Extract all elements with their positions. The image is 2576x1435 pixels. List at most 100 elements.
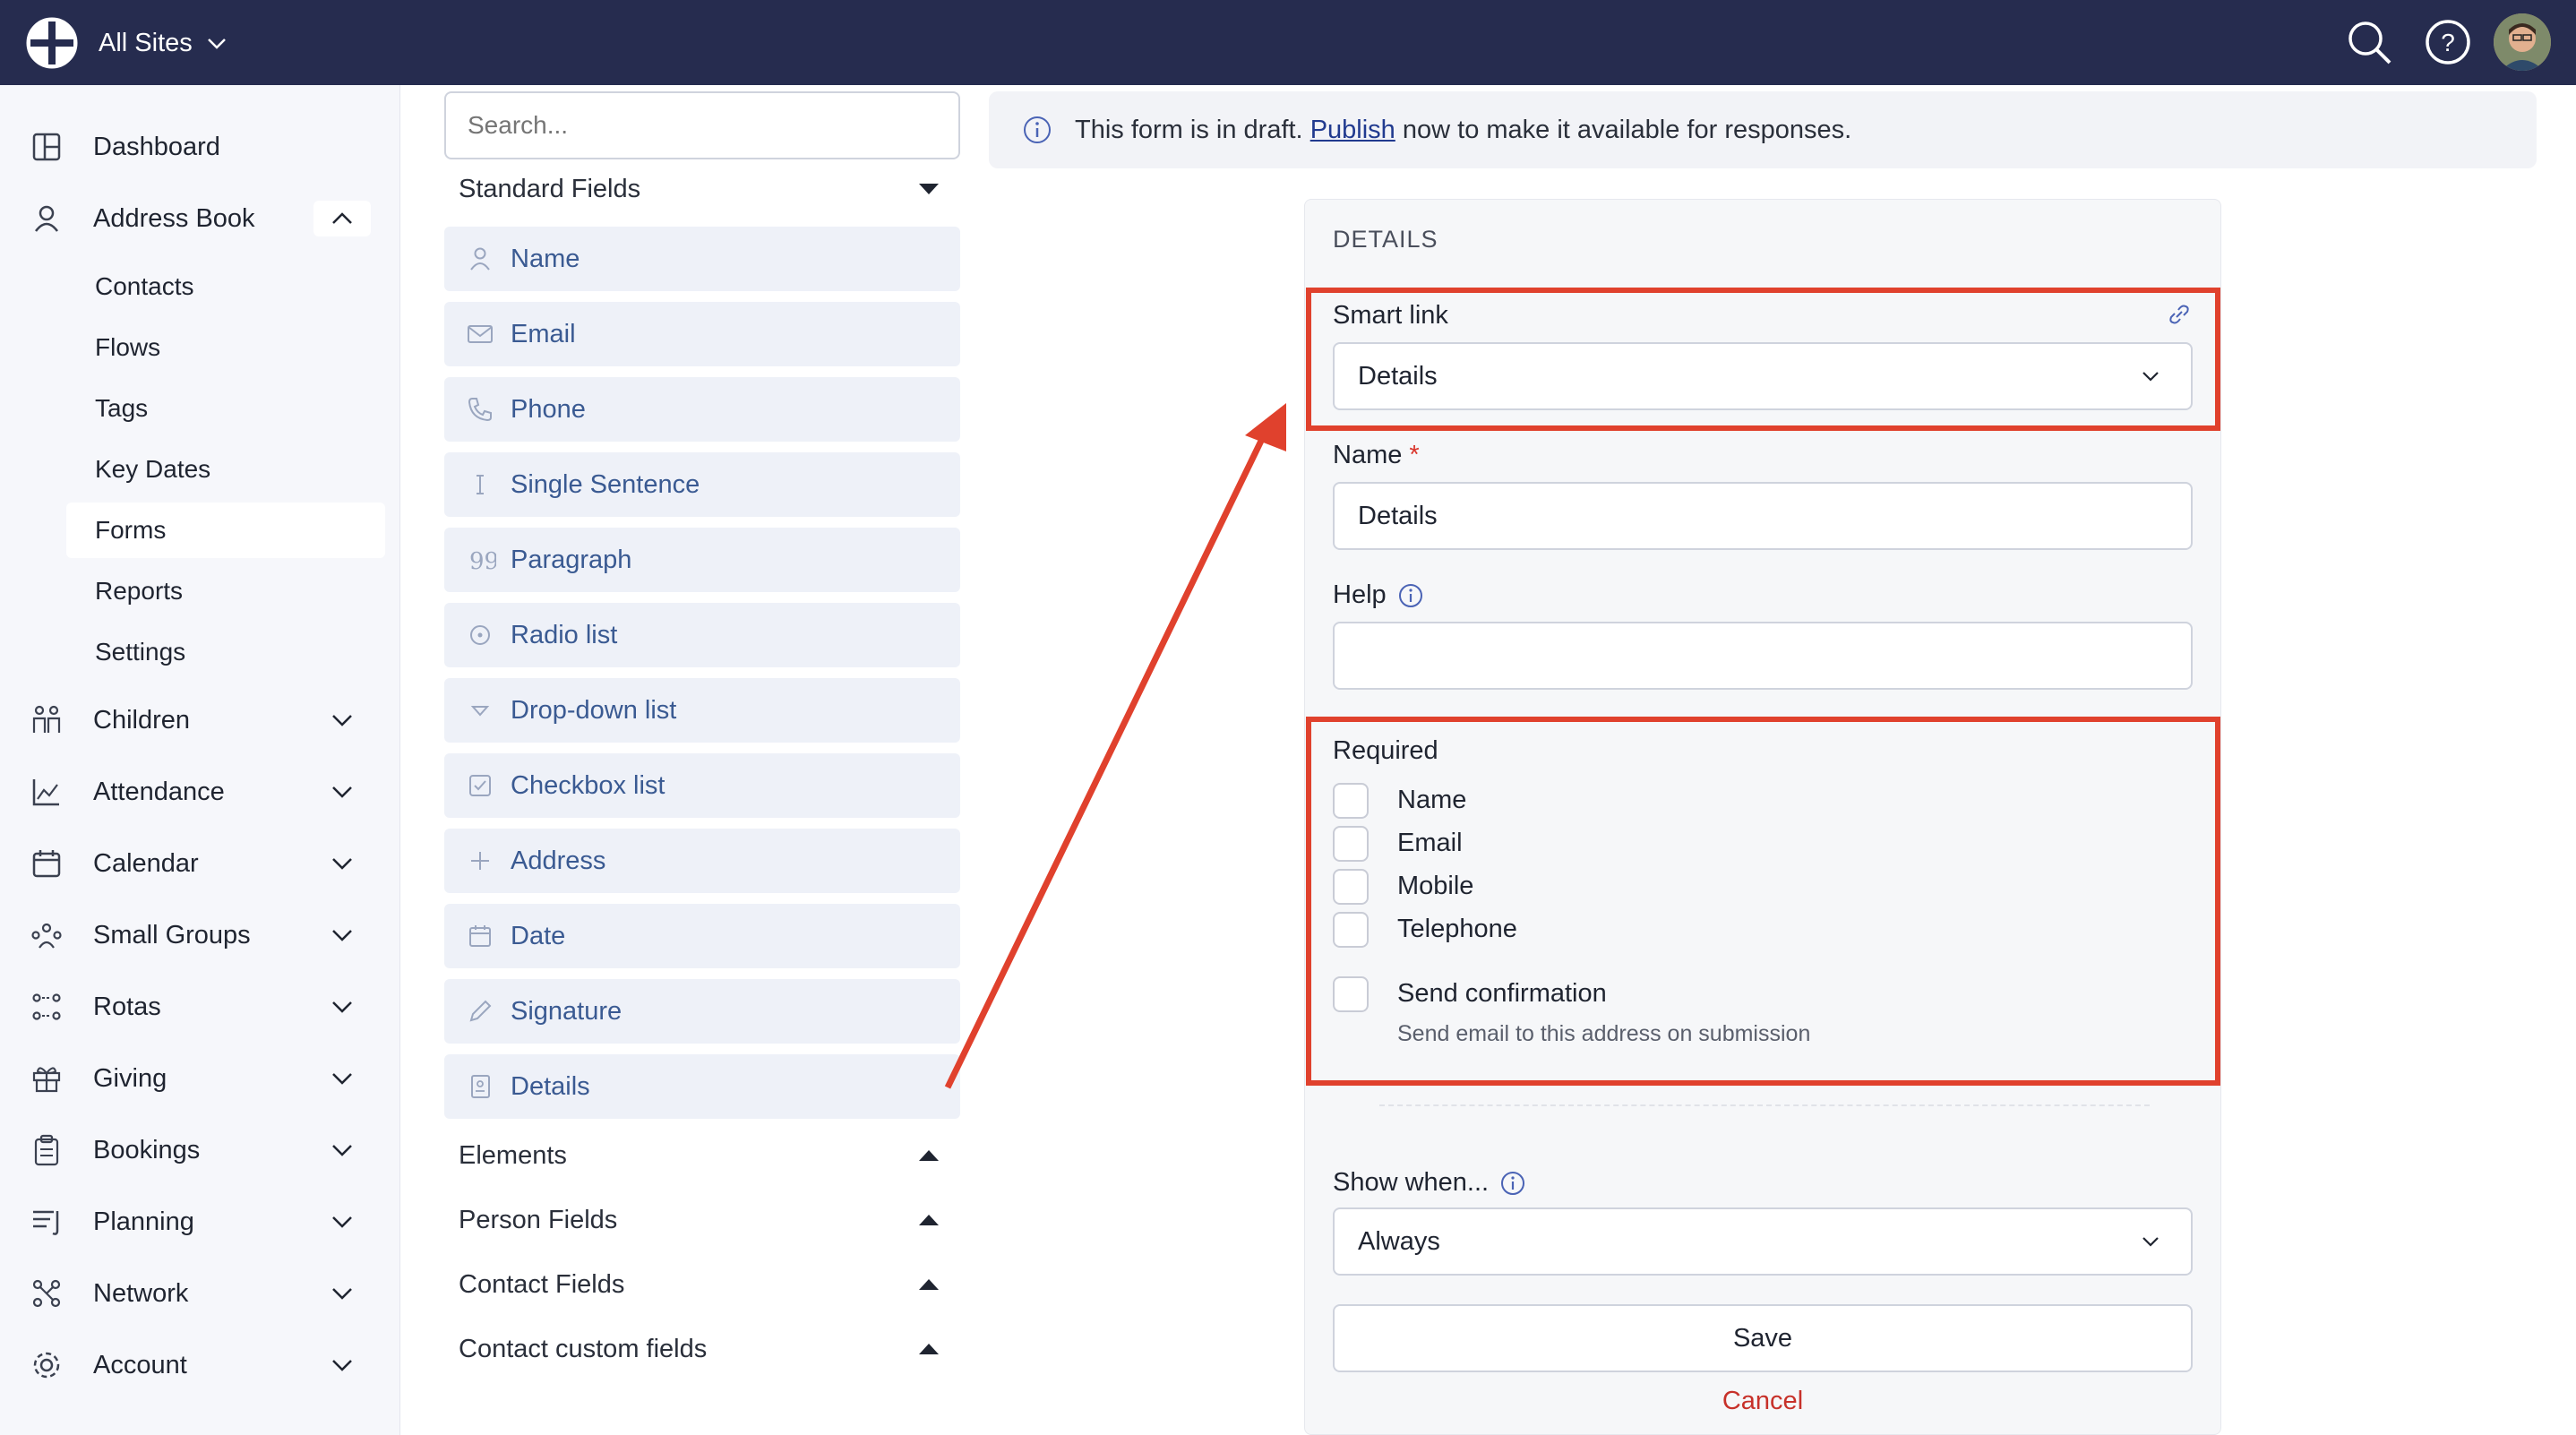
divider [1379,1104,2150,1106]
sidebar-subitem-contacts[interactable]: Contacts [66,259,385,314]
group-label: Elements [459,1140,567,1170]
clipboard-icon [34,1134,59,1166]
chevron-down-icon [332,1216,352,1228]
caret-up-icon [919,1215,939,1225]
field-paragraph-button[interactable]: 99 Paragraph [444,528,960,592]
sidebar-item-label: Network [93,1278,189,1308]
field-radio-list-button[interactable]: Radio list [444,603,960,667]
radio-icon [470,625,490,645]
globe-logo-icon[interactable] [25,16,79,70]
sidebar-item-attendance[interactable]: Attendance [0,760,400,823]
sidebar-subitem-key-dates[interactable]: Key Dates [66,442,385,497]
field-label: Phone [511,394,586,424]
field-search-input[interactable] [444,91,960,159]
search-icon[interactable] [2341,14,2397,70]
sidebar-item-children[interactable]: Children [0,689,400,752]
contact-fields-toggle[interactable]: Contact Fields [444,1258,960,1311]
sidebar-item-label: Planning [93,1207,194,1236]
dashboard-icon [32,133,61,161]
chevron-up-icon [332,212,352,224]
caret-up-icon [919,1344,939,1354]
name-input-value: Details [1358,501,1438,530]
field-email-button[interactable]: Email [444,302,960,366]
field-dropdown-list-button[interactable]: Drop-down list [444,678,960,743]
sidebar-subitem-tags[interactable]: Tags [66,381,385,436]
save-button[interactable]: Save [1333,1304,2193,1372]
caret-up-icon [919,1279,939,1290]
contact-card-icon [471,1075,490,1098]
sidebar-item-network[interactable]: Network [0,1262,400,1325]
caret-up-icon [919,1150,939,1161]
publish-link[interactable]: Publish [1310,116,1395,144]
show-when-value: Always [1358,1226,1440,1256]
avatar[interactable] [2494,13,2551,71]
show-when-select[interactable]: Always [1333,1207,2193,1276]
sidebar-item-planning[interactable]: Planning [0,1190,400,1253]
phone-icon [468,398,492,422]
help-icon[interactable]: ? [2420,14,2476,70]
contact-custom-fields-toggle[interactable]: Contact custom fields [444,1322,960,1376]
calendar-icon [32,850,61,878]
field-name-button[interactable]: Name [444,227,960,291]
sidebar-subitem-flows[interactable]: Flows [66,320,385,375]
sidebar-subitem-forms[interactable]: Forms [66,503,385,558]
draft-banner: This form is in draft. Publish now to ma… [989,91,2537,168]
sidebar-item-label: Rotas [93,992,161,1021]
field-label: Checkbox list [511,770,665,800]
name-label: Name * [1333,441,1420,470]
site-switcher[interactable]: All Sites [99,23,228,63]
sidebar-item-giving[interactable]: Giving [0,1047,400,1110]
chevron-down-icon [207,39,226,49]
required-highlight-box [1306,717,2220,1086]
field-details-button[interactable]: Details [444,1054,960,1119]
chevron-down-icon [332,1145,352,1156]
groups-icon [31,923,62,949]
field-address-button[interactable]: Address [444,829,960,893]
sidebar-item-calendar[interactable]: Calendar [0,832,400,895]
cancel-button[interactable]: Cancel [1333,1387,2193,1416]
field-signature-button[interactable]: Signature [444,979,960,1044]
svg-text:99: 99 [469,548,496,575]
group-label: Contact custom fields [459,1334,708,1363]
field-date-button[interactable]: Date [444,904,960,968]
field-single-sentence-button[interactable]: Single Sentence [444,452,960,517]
chevron-down-icon [332,1073,352,1085]
person-fields-toggle[interactable]: Person Fields [444,1193,960,1247]
sidebar-subitem-settings[interactable]: Settings [66,624,385,680]
group-label: Standard Fields [459,174,641,203]
sidebar-item-label: Calendar [93,848,199,878]
group-label: Contact Fields [459,1269,625,1299]
sidebar-item-address-book[interactable]: Address Book [0,187,400,250]
text-cursor-icon [477,475,484,494]
gear-icon [33,1352,60,1379]
sidebar-subitem-reports[interactable]: Reports [66,563,385,619]
help-label-text: Help [1333,580,1387,609]
envelope-icon [468,325,493,343]
banner-text: This form is in draft. Publish now to ma… [1075,116,1851,145]
standard-fields-toggle[interactable]: Standard Fields [444,162,960,216]
sidebar-item-label: Small Groups [93,920,251,950]
help-input[interactable] [1333,622,2193,690]
smart-link-highlight-box [1306,288,2220,431]
sidebar-item-label: Address Book [93,203,255,233]
sidebar-item-account[interactable]: Account [0,1334,400,1396]
children-icon [32,705,61,733]
info-icon[interactable] [1499,1170,1526,1197]
field-phone-button[interactable]: Phone [444,377,960,442]
chart-icon [32,779,59,806]
plus-icon [471,852,489,870]
network-icon [32,1279,61,1308]
help-label: Help [1333,580,1424,610]
name-input[interactable]: Details [1333,482,2193,550]
sidebar-item-bookings[interactable]: Bookings [0,1119,400,1182]
field-label: Address [511,846,606,875]
show-when-label: Show when... [1333,1168,1526,1198]
elements-toggle[interactable]: Elements [444,1129,960,1182]
sidebar-item-rotas[interactable]: Rotas [0,975,400,1038]
field-checkbox-list-button[interactable]: Checkbox list [444,753,960,818]
sidebar-item-dashboard[interactable]: Dashboard [0,116,400,178]
info-icon[interactable] [1397,582,1424,609]
sidebar-item-small-groups[interactable]: Small Groups [0,904,400,967]
calendar-icon [469,925,491,947]
sidebar-item-label: Children [93,705,190,735]
